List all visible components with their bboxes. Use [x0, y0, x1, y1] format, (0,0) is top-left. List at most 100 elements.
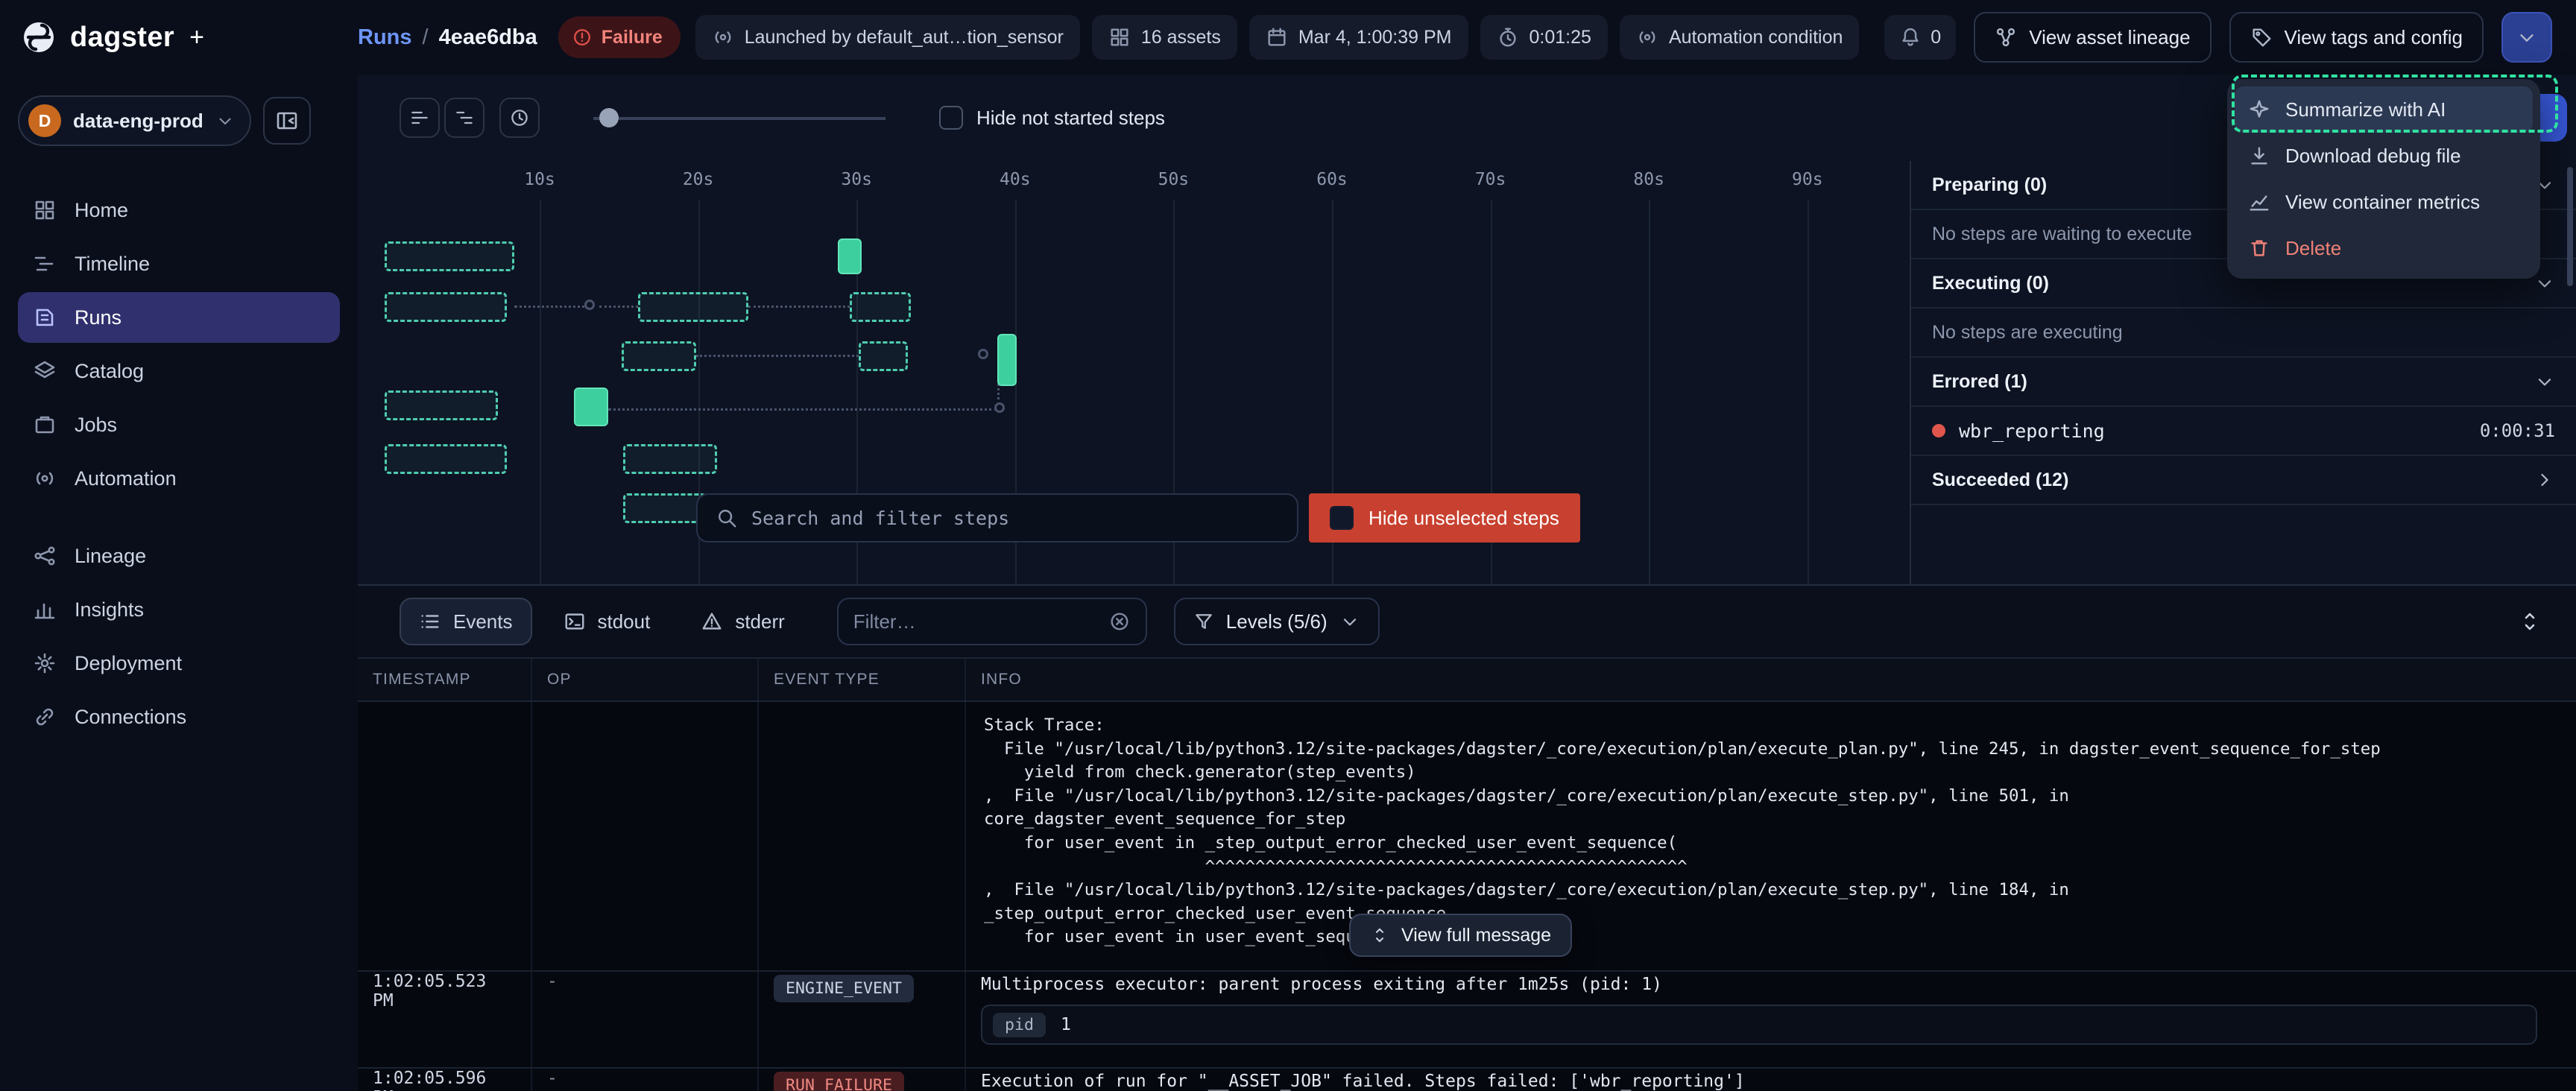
gantt-step-bar-done[interactable]: [997, 334, 1017, 386]
view-full-message-button[interactable]: View full message: [1349, 914, 1572, 957]
log-table-body[interactable]: Stack Trace: File "/usr/local/lib/python…: [358, 702, 2576, 1091]
tab-stderr[interactable]: stderr: [681, 598, 804, 645]
view-tags-config-button[interactable]: View tags and config: [2229, 12, 2484, 63]
sidebar-item-jobs[interactable]: Jobs: [18, 399, 340, 450]
runs-icon: [33, 306, 57, 329]
log-row-stack-trace: Stack Trace: File "/usr/local/lib/python…: [358, 702, 2576, 972]
slider-track: [593, 117, 886, 120]
gantt-step-bar-pending[interactable]: [850, 292, 911, 322]
sidebar-item-automation[interactable]: Automation: [18, 453, 340, 504]
menu-item-summarize-with-ai[interactable]: Summarize with AI: [2235, 86, 2533, 133]
hide-not-started-checkbox[interactable]: Hide not started steps: [939, 106, 1165, 130]
sidebar-item-label: Insights: [75, 598, 144, 622]
tab-stderr-label: stderr: [735, 610, 784, 633]
gantt-flat-view-button[interactable]: [400, 98, 440, 138]
chevron-down-icon: [215, 111, 235, 130]
run-actions-menu-button[interactable]: [2501, 12, 2552, 63]
failure-icon: [572, 27, 593, 48]
notifications-button[interactable]: 0: [1884, 15, 1956, 60]
deployment-icon: [33, 651, 57, 675]
log-row-engine-event[interactable]: 1:02:05.523 PM - ENGINE_EVENT Multiproce…: [358, 972, 2576, 1069]
axis-tick: 70s: [1458, 170, 1524, 189]
breadcrumb-run-id: 4eae6dba: [439, 25, 537, 50]
breadcrumb-runs-link[interactable]: Runs: [358, 25, 412, 50]
workspace-switcher[interactable]: D data-eng-prod: [18, 95, 251, 146]
axis-tick: 80s: [1616, 170, 1682, 189]
gantt-step-bar-pending[interactable]: [623, 493, 707, 523]
run-chip-sensor[interactable]: Launched by default_aut…tion_sensor: [695, 15, 1080, 60]
gantt-waterfall-view-button[interactable]: [444, 98, 484, 138]
chip-label: 0:01:25: [1530, 27, 1591, 48]
app-logo[interactable]: dagster +: [21, 19, 358, 55]
gantt-step-bar-done[interactable]: [838, 238, 862, 274]
sidebar-item-label: Lineage: [75, 545, 146, 568]
collapse-sidebar-button[interactable]: [263, 97, 311, 145]
run-chip-timer[interactable]: 0:01:25: [1480, 15, 1608, 60]
sidebar-item-deployment[interactable]: Deployment: [18, 638, 340, 689]
gantt-zoom-slider[interactable]: [593, 98, 886, 138]
gridline: [1808, 200, 1809, 584]
clear-filter-icon[interactable]: [1108, 610, 1131, 633]
gantt-step-bar-pending[interactable]: [622, 341, 696, 371]
checkbox-box[interactable]: [939, 106, 963, 130]
insights-icon: [33, 598, 57, 622]
step-name: wbr_reporting: [1959, 420, 2466, 442]
step-section-header[interactable]: Errored (1): [1911, 358, 2576, 407]
step-section-header[interactable]: Succeeded (12): [1911, 456, 2576, 505]
tab-events[interactable]: Events: [400, 598, 532, 645]
sidebar-item-runs[interactable]: Runs: [18, 292, 340, 343]
menu-item-delete[interactable]: Delete: [2235, 225, 2533, 271]
hide-not-started-label: Hide not started steps: [976, 107, 1165, 130]
gantt-step-bar-pending[interactable]: [385, 390, 498, 420]
gantt-step-bar-pending[interactable]: [623, 444, 717, 474]
menu-item-label: Delete: [2285, 237, 2341, 260]
chip-label: 16 assets: [1141, 27, 1221, 48]
error-status-dot: [1932, 424, 1945, 437]
gantt-step-bar-pending[interactable]: [385, 241, 514, 271]
metadata-value: 1: [1061, 1015, 1071, 1034]
run-chip-grid[interactable]: 16 assets: [1092, 15, 1237, 60]
sidebar-item-lineage[interactable]: Lineage: [18, 531, 340, 581]
run-chip-automation[interactable]: Automation condition: [1620, 15, 1859, 60]
run-actions-menu: Summarize with AIDownload debug fileView…: [2227, 79, 2540, 279]
expand-vertical-icon: [1370, 926, 1389, 945]
dependency-edge: [696, 355, 859, 357]
chevron-down-icon: [1339, 611, 1360, 632]
log-row-run-failure[interactable]: 1:02:05.596 PM - RUN_FAILURE Execution o…: [358, 1069, 2576, 1091]
gantt-search-input[interactable]: Search and filter steps: [696, 493, 1298, 543]
log-filter-input[interactable]: Filter…: [837, 598, 1147, 645]
dagster-logo-icon: [21, 19, 57, 55]
dependency-edge: [599, 306, 638, 308]
gantt-step-bar-pending[interactable]: [859, 341, 908, 371]
checkbox-box[interactable]: [1330, 506, 1354, 530]
gantt-step-bar-done[interactable]: [574, 388, 608, 426]
sidebar-item-insights[interactable]: Insights: [18, 584, 340, 635]
gantt-timing-toggle-button[interactable]: [499, 98, 540, 138]
menu-item-view-container-metrics[interactable]: View container metrics: [2235, 179, 2533, 225]
gantt-step-bar-pending[interactable]: [638, 292, 748, 322]
axis-tick: 90s: [1775, 170, 1840, 189]
expand-log-panel-button[interactable]: [2507, 599, 2552, 644]
clock-icon: [509, 107, 530, 128]
menu-item-download-debug-file[interactable]: Download debug file: [2235, 133, 2533, 179]
step-row[interactable]: wbr_reporting0:00:31: [1911, 407, 2576, 456]
sidebar-item-timeline[interactable]: Timeline: [18, 238, 340, 289]
sparkle-icon: [2248, 98, 2270, 121]
view-full-message-label: View full message: [1401, 925, 1551, 946]
sidebar-item-home[interactable]: Home: [18, 185, 340, 235]
hide-unselected-checkbox[interactable]: Hide unselected steps: [1309, 493, 1580, 543]
dependency-node: [978, 349, 988, 359]
sidebar-item-connections[interactable]: Connections: [18, 692, 340, 742]
gantt-step-bar-pending[interactable]: [385, 292, 507, 322]
run-chip-calendar[interactable]: Mar 4, 1:00:39 PM: [1249, 15, 1468, 60]
slider-knob[interactable]: [599, 108, 619, 127]
levels-dropdown[interactable]: Levels (5/6): [1174, 598, 1380, 645]
panel-scrollbar-thumb[interactable]: [2567, 167, 2573, 286]
gantt-step-bar-pending[interactable]: [385, 444, 507, 474]
grid-icon: [1108, 26, 1131, 48]
sidebar-item-catalog[interactable]: Catalog: [18, 346, 340, 396]
view-asset-lineage-button[interactable]: View asset lineage: [1974, 12, 2211, 63]
stack-trace-text: Stack Trace: File "/usr/local/lib/python…: [981, 702, 2561, 961]
column-header-op: OP: [532, 659, 759, 701]
tab-stdout[interactable]: stdout: [544, 598, 670, 645]
